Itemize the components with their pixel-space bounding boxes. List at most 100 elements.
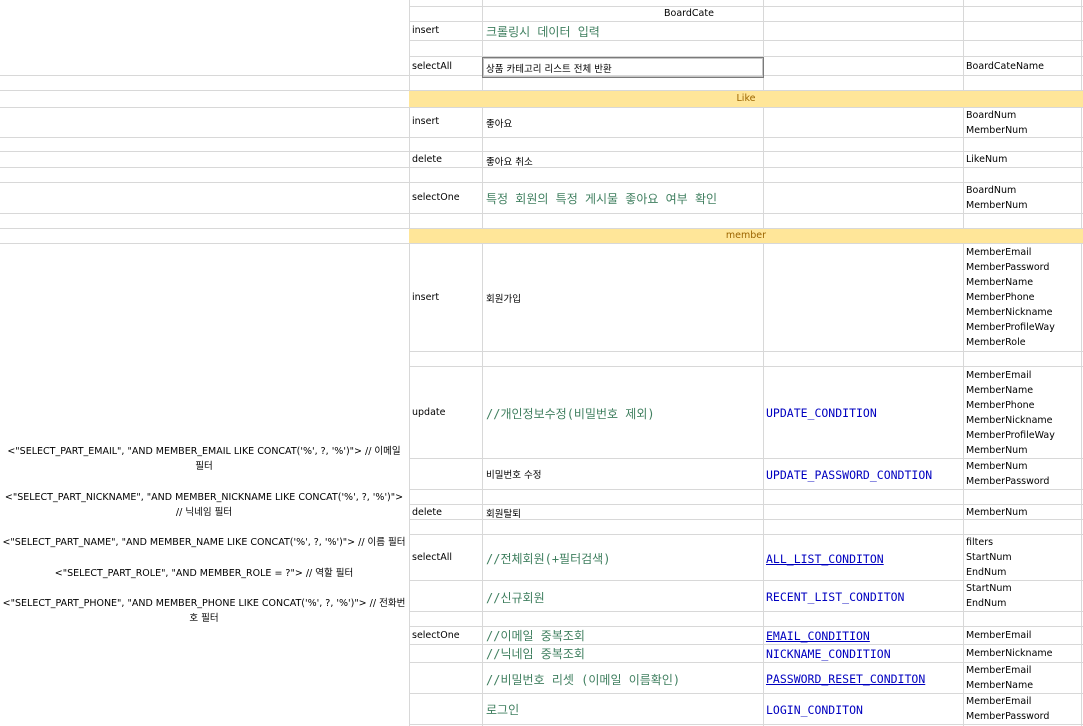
filter-note[interactable]: <"SELECT_PART_NAME", "AND MEMBER_NAME LI…: [2, 535, 406, 550]
param-name: MemberPassword: [966, 476, 1050, 487]
method-cell[interactable]: selectAll: [412, 61, 452, 72]
description-cell[interactable]: 특정 회원의 특정 게시물 좋아요 여부 확인: [486, 190, 717, 207]
param-name: MemberPhone: [966, 400, 1035, 411]
param-name: StartNum: [966, 552, 1012, 563]
param-name: MemberName: [966, 385, 1034, 396]
param-name: MemberPassword: [966, 262, 1050, 273]
grid-row-line: [409, 611, 1083, 612]
param-cell[interactable]: MemberEmail MemberName: [966, 663, 1033, 693]
section-label: Like: [736, 93, 756, 104]
filter-note[interactable]: <"SELECT_PART_ROLE", "AND MEMBER_ROLE = …: [2, 566, 406, 581]
param-name: BoardNum: [966, 110, 1017, 121]
grid-row-line: [409, 6, 1083, 7]
description-cell[interactable]: 회원가입: [486, 291, 521, 305]
grid-col-line: [1081, 0, 1082, 726]
grid-row-line: [409, 366, 1083, 367]
method-cell[interactable]: selectOne: [412, 630, 460, 641]
param-cell[interactable]: MemberNum: [966, 507, 1027, 518]
condition-cell[interactable]: LOGIN_CONDITON: [766, 703, 863, 717]
spreadsheet-grid: Like member BoardCate insert 크롤링시 데이터 입력…: [0, 0, 1083, 726]
param-cell[interactable]: BoardNum MemberNum: [966, 108, 1027, 138]
param-name: MemberNum: [966, 445, 1028, 456]
grid-row-line: [0, 213, 1083, 214]
grid-col-line: [763, 0, 764, 726]
param-name: MemberName: [966, 680, 1034, 691]
method-cell[interactable]: selectOne: [412, 192, 460, 203]
param-name: MemberNum: [966, 461, 1028, 472]
filter-note[interactable]: <"SELECT_PART_EMAIL", "AND MEMBER_EMAIL …: [2, 444, 406, 474]
grid-row-line: [409, 489, 1083, 490]
description-cell[interactable]: //개인정보수정(비밀번호 제외): [486, 405, 655, 422]
grid-row-line: [0, 137, 1083, 138]
description-cell[interactable]: 상품 카테고리 리스트 전체 반환: [486, 61, 612, 75]
method-cell[interactable]: update: [412, 407, 445, 418]
grid-col-line: [963, 0, 964, 726]
description-cell[interactable]: //전체회원(+필터검색): [486, 550, 610, 567]
description-cell[interactable]: 비밀번호 수정: [486, 467, 541, 481]
grid-col-line: [482, 0, 483, 726]
param-name: MemberNum: [966, 200, 1028, 211]
param-name: BoardNum: [966, 185, 1017, 196]
section-header-like[interactable]: Like: [409, 90, 1083, 108]
section-label: member: [725, 230, 767, 241]
filter-note[interactable]: <"SELECT_PART_NICKNAME", "AND MEMBER_NIC…: [2, 490, 406, 520]
method-cell[interactable]: selectAll: [412, 552, 452, 563]
param-cell[interactable]: MemberEmail: [966, 630, 1031, 641]
param-name: MemberEmail: [966, 696, 1032, 707]
param-cell[interactable]: StartNum EndNum: [966, 581, 1012, 611]
filter-note[interactable]: <"SELECT_PART_PHONE", "AND MEMBER_PHONE …: [2, 596, 406, 626]
param-name: MemberNum: [966, 125, 1028, 136]
section-header-boardcate[interactable]: BoardCate: [664, 8, 714, 19]
param-cell[interactable]: MemberNum MemberPassword: [966, 459, 1049, 489]
param-cell[interactable]: LikeNum: [966, 154, 1007, 165]
param-cell[interactable]: MemberEmail MemberPassword MemberName Me…: [966, 245, 1055, 350]
grid-row-line: [409, 504, 1083, 505]
param-name: EndNum: [966, 567, 1007, 578]
param-name: StartNum: [966, 583, 1012, 594]
method-cell[interactable]: insert: [412, 292, 439, 303]
condition-cell[interactable]: UPDATE_CONDITION: [766, 406, 877, 420]
method-cell[interactable]: insert: [412, 116, 439, 127]
description-cell[interactable]: 좋아요 취소: [486, 154, 533, 168]
param-name: MemberRole: [966, 337, 1026, 348]
description-cell[interactable]: //신규회원: [486, 589, 545, 606]
description-cell[interactable]: 크롤링시 데이터 입력: [486, 23, 600, 40]
method-cell[interactable]: delete: [412, 154, 442, 165]
param-name: MemberNickname: [966, 307, 1053, 318]
grid-row-line: [409, 21, 1083, 22]
method-cell[interactable]: delete: [412, 507, 442, 518]
description-cell[interactable]: //이메일 중복조회: [486, 627, 585, 644]
condition-cell[interactable]: NICKNAME_CONDITION: [766, 647, 891, 661]
param-name: MemberEmail: [966, 370, 1032, 381]
condition-link[interactable]: ALL_LIST_CONDITON: [766, 552, 884, 566]
param-name: MemberProfileWay: [966, 430, 1055, 441]
param-name: EndNum: [966, 598, 1007, 609]
param-cell[interactable]: filters StartNum EndNum: [966, 535, 1012, 580]
grid-row-line: [409, 40, 1083, 41]
param-cell[interactable]: BoardNum MemberNum: [966, 183, 1027, 213]
param-cell[interactable]: BoardCateName: [966, 61, 1044, 72]
condition-link[interactable]: EMAIL_CONDITION: [766, 629, 870, 643]
grid-row-line: [409, 351, 1083, 352]
param-cell[interactable]: MemberEmail MemberPassword: [966, 694, 1049, 724]
param-name: MemberPhone: [966, 292, 1035, 303]
condition-link[interactable]: PASSWORD_RESET_CONDITON: [766, 672, 925, 686]
condition-cell[interactable]: RECENT_LIST_CONDITON: [766, 590, 904, 604]
param-name: MemberName: [966, 277, 1034, 288]
description-cell[interactable]: 로그인: [486, 701, 519, 718]
description-cell[interactable]: //비밀번호 리셋 (이메일 이름확인): [486, 671, 680, 688]
description-cell[interactable]: //닉네임 중복조회: [486, 645, 585, 662]
grid-col-line: [409, 0, 410, 726]
section-header-member[interactable]: member: [409, 228, 1083, 244]
description-cell[interactable]: 회원탈퇴: [486, 506, 521, 520]
param-name: MemberPassword: [966, 711, 1050, 722]
grid-row-line: [0, 182, 1083, 183]
param-name: MemberNickname: [966, 415, 1053, 426]
method-cell[interactable]: insert: [412, 25, 439, 36]
description-cell[interactable]: 좋아요: [486, 116, 512, 130]
grid-row-line: [409, 724, 1083, 725]
param-name: MemberEmail: [966, 247, 1032, 258]
condition-cell[interactable]: UPDATE_PASSWORD_CONDTION: [766, 468, 932, 482]
param-cell[interactable]: MemberNickname: [966, 648, 1053, 659]
param-cell[interactable]: MemberEmail MemberName MemberPhone Membe…: [966, 368, 1055, 458]
